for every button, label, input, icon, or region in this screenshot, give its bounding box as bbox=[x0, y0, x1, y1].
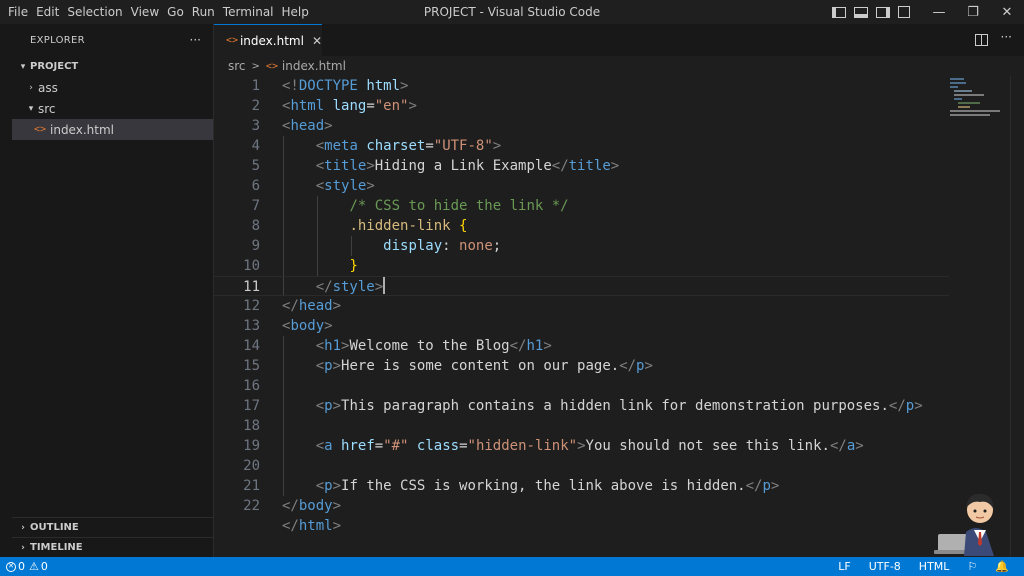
html-file-icon: <> bbox=[226, 35, 239, 46]
explorer-title: EXPLORER bbox=[30, 34, 85, 46]
menu-view[interactable]: View bbox=[127, 0, 163, 24]
warning-count: 0 bbox=[40, 560, 48, 573]
menu-terminal[interactable]: Terminal bbox=[219, 0, 278, 24]
code-line: 4 <meta charset="UTF-8"> bbox=[251, 138, 502, 154]
chevron-down-icon: ▾ bbox=[20, 61, 26, 72]
code-line: 20 bbox=[243, 458, 260, 474]
code-line: 6 <style> bbox=[251, 178, 375, 194]
code-line: 19 <a href="#" class="hidden-link">You s… bbox=[243, 438, 864, 454]
status-bar: ✕ 0 ⚠ 0 LF UTF-8 HTML ⚐ 🔔 bbox=[0, 557, 1024, 576]
menu-bar: File Edit Selection View Go Run Terminal… bbox=[0, 0, 313, 24]
minimize-button[interactable]: — bbox=[922, 0, 956, 24]
code-editor[interactable]: 1 <!DOCTYPE html> 2 <html lang="en"> 3 <hea… bbox=[214, 76, 1024, 557]
html-file-icon: <> bbox=[265, 60, 278, 72]
menu-go[interactable]: Go bbox=[163, 0, 188, 24]
feedback-icon[interactable]: ⚐ bbox=[958, 560, 986, 573]
chevron-right-icon: > bbox=[251, 60, 260, 72]
error-icon: ✕ bbox=[6, 561, 16, 572]
chevron-right-icon: › bbox=[29, 82, 33, 93]
menu-edit[interactable]: Edit bbox=[32, 0, 63, 24]
menu-selection[interactable]: Selection bbox=[63, 0, 126, 24]
timeline-section[interactable]: › TIMELINE bbox=[12, 537, 213, 557]
project-label: PROJECT bbox=[30, 61, 79, 72]
text-cursor bbox=[383, 277, 385, 294]
code-line: 16 bbox=[243, 378, 260, 394]
tree-item-src[interactable]: ▾ src bbox=[12, 98, 213, 119]
code-line: 1 <!DOCTYPE html> bbox=[251, 78, 409, 94]
code-line: 10 } bbox=[243, 258, 358, 274]
activity-bar bbox=[0, 24, 12, 557]
timeline-label: TIMELINE bbox=[30, 542, 83, 553]
menu-file[interactable]: File bbox=[4, 0, 32, 24]
code-line: 22 </body> bbox=[243, 498, 342, 514]
eol-indicator[interactable]: LF bbox=[829, 560, 859, 573]
close-icon[interactable]: ✕ bbox=[312, 34, 322, 48]
code-line: </html> bbox=[282, 518, 342, 534]
customize-layout-icon[interactable] bbox=[898, 6, 910, 18]
chevron-down-icon: ▾ bbox=[28, 103, 34, 114]
code-line: 5 <title>Hiding a Link Example</title> bbox=[251, 158, 620, 174]
vertical-scrollbar[interactable] bbox=[1010, 76, 1024, 557]
menu-help[interactable]: Help bbox=[278, 0, 313, 24]
toggle-panel-icon[interactable] bbox=[854, 6, 868, 18]
close-button[interactable]: ✕ bbox=[990, 0, 1024, 24]
warning-icon: ⚠ bbox=[29, 560, 39, 573]
breadcrumb: src > <> index.html bbox=[214, 56, 1024, 76]
breadcrumb-file[interactable]: index.html bbox=[282, 59, 346, 73]
tree-item-label: src bbox=[38, 101, 56, 116]
code-line-current: 11 </style> bbox=[214, 276, 949, 296]
outline-section[interactable]: › OUTLINE bbox=[12, 517, 213, 537]
code-line: 21 <p>If the CSS is working, the link ab… bbox=[243, 478, 780, 494]
problems-indicator[interactable]: ✕ 0 ⚠ 0 bbox=[6, 560, 57, 573]
more-actions-icon[interactable]: ··· bbox=[190, 33, 201, 47]
restore-button[interactable]: ❐ bbox=[956, 0, 990, 24]
code-line: 9 display: none; bbox=[251, 238, 502, 254]
menu-run[interactable]: Run bbox=[188, 0, 219, 24]
code-line: 8 .hidden-link { bbox=[251, 218, 468, 234]
explorer-sidebar: EXPLORER ··· ▾ PROJECT › ass ▾ src <> in… bbox=[12, 24, 214, 557]
code-line: 17 <p>This paragraph contains a hidden l… bbox=[243, 398, 923, 414]
title-bar: File Edit Selection View Go Run Terminal… bbox=[0, 0, 1024, 24]
project-folder[interactable]: ▾ PROJECT bbox=[12, 56, 213, 77]
code-line: 14 <h1>Welcome to the Blog</h1> bbox=[243, 338, 552, 354]
error-count: 0 bbox=[18, 560, 25, 573]
tab-bar: <> index.html ✕ ··· bbox=[214, 24, 1024, 56]
code-line: 3 <head> bbox=[251, 118, 333, 134]
tab-index-html[interactable]: <> index.html ✕ bbox=[214, 24, 322, 56]
tree-item-index-html[interactable]: <> index.html bbox=[12, 119, 213, 140]
code-line: 15 <p>Here is some content on our page.<… bbox=[243, 358, 653, 374]
code-line: 13 <body> bbox=[243, 318, 333, 334]
chevron-right-icon: › bbox=[21, 542, 25, 553]
chevron-right-icon: › bbox=[21, 522, 25, 533]
code-line: 2 <html lang="en"> bbox=[251, 98, 417, 114]
code-line: 7 /* CSS to hide the link */ bbox=[251, 198, 569, 214]
tree-item-label: index.html bbox=[50, 122, 114, 137]
more-actions-icon[interactable]: ··· bbox=[1001, 30, 1012, 44]
toggle-primary-sidebar-icon[interactable] bbox=[832, 6, 846, 18]
presenter-avatar bbox=[934, 493, 994, 556]
encoding-indicator[interactable]: UTF-8 bbox=[860, 560, 910, 573]
outline-label: OUTLINE bbox=[30, 522, 79, 533]
code-line: 12 </head> bbox=[243, 298, 342, 314]
tab-label: index.html bbox=[239, 33, 304, 48]
toggle-secondary-sidebar-icon[interactable] bbox=[876, 6, 890, 18]
split-editor-icon[interactable] bbox=[975, 34, 988, 46]
breadcrumb-folder[interactable]: src bbox=[228, 59, 246, 73]
language-mode[interactable]: HTML bbox=[910, 560, 959, 573]
tree-item-ass[interactable]: › ass bbox=[12, 77, 213, 98]
code-line: 18 bbox=[243, 418, 260, 434]
tree-item-label: ass bbox=[38, 80, 58, 95]
html-file-icon: <> bbox=[34, 124, 47, 135]
notifications-bell-icon[interactable]: 🔔 bbox=[986, 560, 1018, 573]
